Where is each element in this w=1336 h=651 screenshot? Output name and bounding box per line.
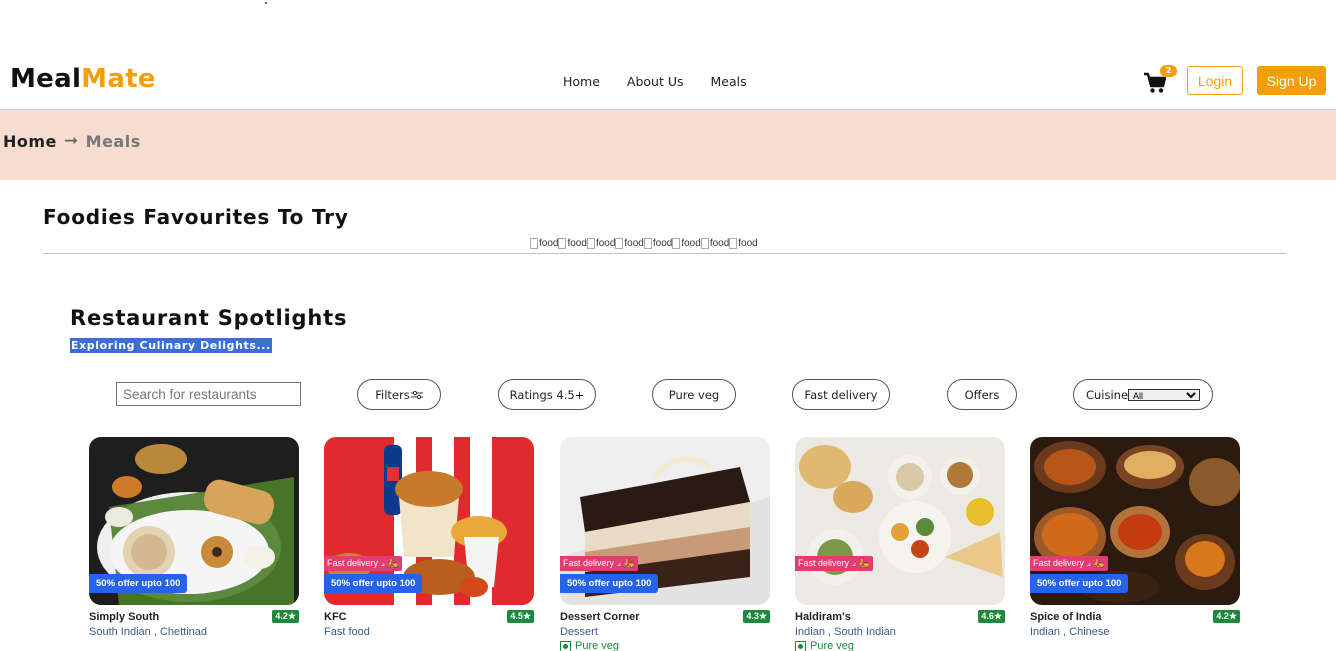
section-divider: [43, 253, 1286, 254]
restaurant-cuisine: Indian , Chinese: [1030, 626, 1110, 638]
cuisine-filter: Cuisine All: [1073, 379, 1213, 410]
navbar: MealMate Home About Us Meals 2 Login Sig…: [0, 52, 1336, 110]
offer-badge: 50% offer upto 100: [89, 574, 188, 593]
offers-filter-button[interactable]: Offers: [947, 379, 1017, 410]
cuisine-select[interactable]: All: [1128, 388, 1201, 401]
veg-mark-icon: [560, 640, 571, 651]
nav-home[interactable]: Home: [563, 74, 600, 89]
sliders-icon: [410, 390, 423, 399]
restaurant-cuisine: South Indian , Chettinad: [89, 626, 208, 638]
stray-dot: [265, 2, 267, 4]
cuisine-filter-label: Cuisine: [1085, 387, 1129, 402]
restaurant-card[interactable]: Fast delivery ⟓ 🛵 Haldiram's 4.6★ Indian…: [795, 437, 1005, 651]
cart-button[interactable]: 2: [1143, 65, 1177, 94]
ratings-filter-button[interactable]: Ratings 4.5+: [498, 379, 596, 410]
restaurant-image: Fast delivery ⟓ 🛵: [795, 437, 1005, 605]
restaurant-name: Haldiram's: [795, 611, 851, 623]
pure-veg-tag: Pure veg: [560, 640, 619, 651]
breadcrumb-current: Meals: [85, 131, 141, 151]
restaurant-search-input[interactable]: [116, 382, 301, 406]
food-image-strip: food food food food food food food food: [530, 238, 758, 249]
pure-veg-filter-button[interactable]: Pure veg: [652, 379, 736, 410]
ratings-filter-label: Ratings 4.5+: [509, 387, 585, 402]
pure-veg-filter-label: Pure veg: [668, 387, 720, 402]
cart-count-badge: 2: [1160, 65, 1177, 77]
signup-button[interactable]: Sign Up: [1257, 66, 1326, 95]
restaurant-image: 50% offer upto 100: [89, 437, 299, 605]
rating-badge: 4.2★: [1213, 610, 1240, 623]
breadcrumb-home[interactable]: Home: [3, 132, 57, 151]
veg-mark-icon: [795, 640, 806, 651]
fast-delivery-badge: Fast delivery ⟓ 🛵: [795, 556, 873, 571]
restaurant-card[interactable]: Fast delivery ⟓ 🛵 50% offer upto 100 Des…: [560, 437, 770, 651]
foodies-title: Foodies Favourites To Try: [43, 205, 349, 229]
nav-links: Home About Us Meals: [563, 74, 747, 89]
restaurant-card[interactable]: 50% offer upto 100 Simply South 4.2★ Sou…: [89, 437, 299, 638]
rating-badge: 4.2★: [272, 610, 299, 623]
rating-badge: 4.5★: [507, 610, 534, 623]
pure-veg-label: Pure veg: [575, 640, 620, 651]
filters-label: Filters: [375, 387, 410, 402]
restaurant-name: KFC: [324, 611, 347, 623]
logo-part2: Mate: [81, 64, 156, 94]
restaurant-name: Spice of India: [1030, 611, 1102, 623]
nav-meals[interactable]: Meals: [711, 74, 747, 89]
rating-badge: 4.6★: [978, 610, 1005, 623]
arrow-right-icon: ➞: [63, 131, 79, 151]
food-image[interactable]: food: [530, 238, 558, 249]
breadcrumb: Home ➞ Meals: [0, 110, 1336, 180]
offer-badge: 50% offer upto 100: [324, 574, 423, 593]
filters-button[interactable]: Filters: [357, 379, 441, 410]
food-image[interactable]: food: [615, 238, 643, 249]
food-image[interactable]: food: [729, 238, 757, 249]
fast-delivery-badge: Fast delivery ⟓ 🛵: [560, 556, 638, 571]
fast-delivery-filter-button[interactable]: Fast delivery: [792, 379, 890, 410]
restaurant-cuisine: Fast food: [324, 626, 370, 638]
nav-about-us[interactable]: About Us: [627, 74, 684, 89]
food-image[interactable]: food: [587, 238, 615, 249]
restaurant-name: Dessert Corner: [560, 611, 640, 623]
restaurant-cuisine: Indian , South Indian: [795, 626, 896, 638]
pure-veg-label: Pure veg: [810, 640, 855, 651]
login-button[interactable]: Login: [1187, 66, 1243, 95]
restaurant-image: Fast delivery ⟓ 🛵 50% offer upto 100: [324, 437, 534, 605]
spotlights-title: Restaurant Spotlights: [70, 306, 348, 330]
offer-badge: 50% offer upto 100: [1030, 574, 1129, 593]
fast-delivery-badge: Fast delivery ⟓ 🛵: [324, 556, 402, 571]
restaurant-cuisine: Dessert: [560, 626, 598, 638]
fast-delivery-filter-label: Fast delivery: [804, 387, 878, 402]
restaurant-card[interactable]: Fast delivery ⟓ 🛵 50% offer upto 100 Spi…: [1030, 437, 1240, 638]
logo-part1: Meal: [10, 64, 82, 94]
rating-badge: 4.3★: [743, 610, 770, 623]
food-image[interactable]: food: [558, 238, 586, 249]
offer-badge: 50% offer upto 100: [560, 574, 659, 593]
food-image[interactable]: food: [701, 238, 729, 249]
food-image[interactable]: food: [672, 238, 700, 249]
offers-filter-label: Offers: [964, 387, 1000, 402]
pure-veg-tag: Pure veg: [795, 640, 854, 651]
spotlights-subtitle: Exploring Culinary Delights...: [70, 338, 272, 353]
food-image[interactable]: food: [644, 238, 672, 249]
fast-delivery-badge: Fast delivery ⟓ 🛵: [1030, 556, 1108, 571]
restaurant-name: Simply South: [89, 611, 160, 623]
restaurant-image: Fast delivery ⟓ 🛵 50% offer upto 100: [1030, 437, 1240, 605]
restaurant-image: Fast delivery ⟓ 🛵 50% offer upto 100: [560, 437, 770, 605]
restaurant-card[interactable]: Fast delivery ⟓ 🛵 50% offer upto 100 KFC…: [324, 437, 534, 638]
logo[interactable]: MealMate: [10, 64, 156, 94]
